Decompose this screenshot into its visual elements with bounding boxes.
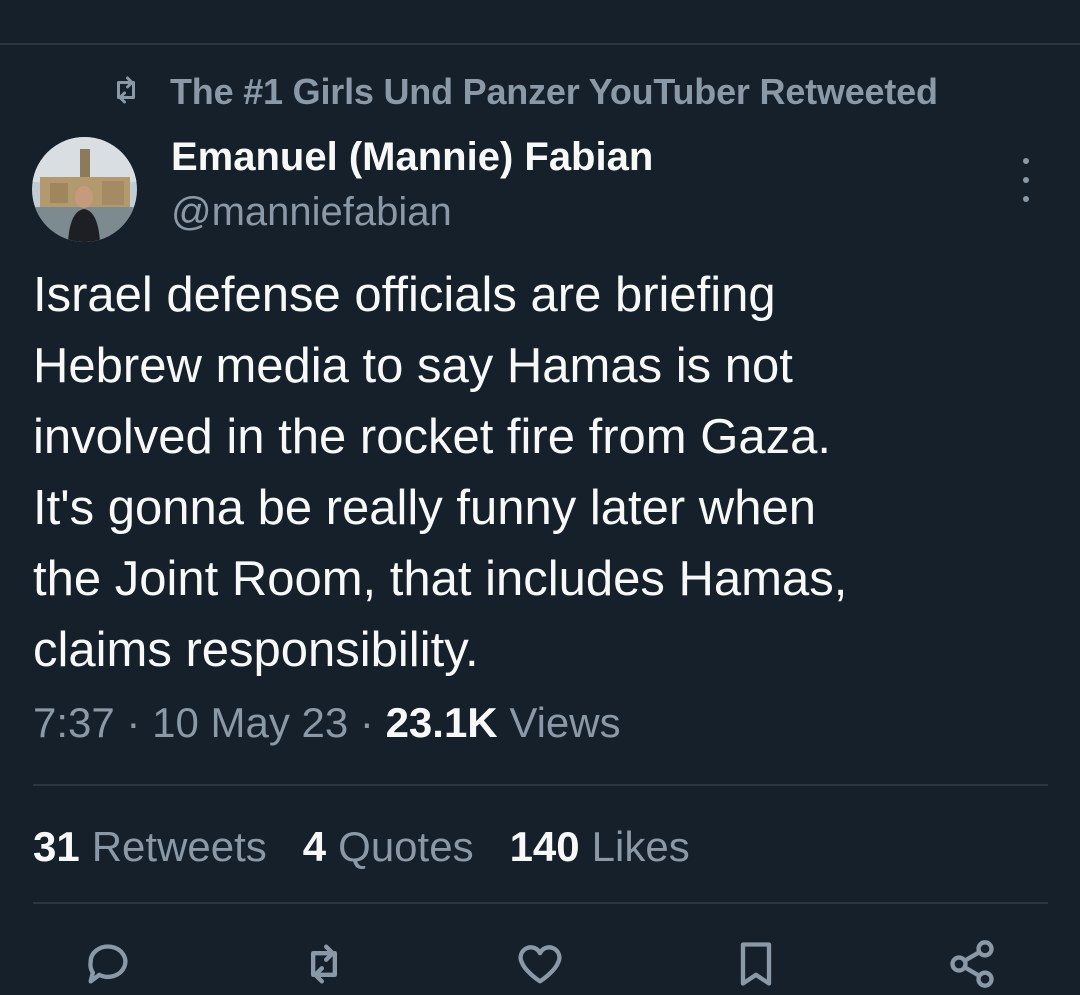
likes-count: 140 [509,823,580,870]
meta-separator: · [126,699,141,746]
retweet-context-text: The #1 Girls Und Panzer YouTuber Retweet… [170,71,938,112]
tweet-text: Israel defense officials are briefing He… [33,268,848,677]
retweets-count: 31 [33,823,80,870]
divider [33,784,1048,786]
tweet-meta: 7:37 · 10 May 23 · 23.1K Views [33,699,621,747]
retweet-icon [311,944,337,984]
reply-button[interactable] [82,938,134,990]
share-icon [950,940,994,988]
bookmark-button[interactable] [730,938,782,990]
retweets-stat[interactable]: 31 Retweets [33,823,267,871]
more-options-button[interactable] [1006,158,1046,202]
likes-stat[interactable]: 140 Likes [510,823,690,871]
engagement-stats: 31 Retweets 4 Quotes 140 Likes [33,823,726,871]
share-button[interactable] [946,938,998,990]
more-vertical-icon [1023,158,1029,164]
author-display-name[interactable]: Emanuel (Mannie) Fabian [171,135,653,180]
bookmark-icon [740,942,772,986]
avatar[interactable] [32,137,137,242]
views-count: 23.1K [385,699,498,746]
retweets-label: Retweets [91,823,267,870]
heart-icon [518,945,562,984]
divider [33,902,1048,904]
quotes-label: Quotes [338,823,474,870]
author-handle[interactable]: @manniefabian [171,190,452,235]
action-bar [0,932,1080,988]
reply-icon [88,944,128,984]
quotes-stat[interactable]: 4 Quotes [303,823,474,871]
tweet-time[interactable]: 7:37 [33,699,115,746]
retweet-icon [108,72,144,113]
views-label: Views [509,699,621,746]
tweet-date[interactable]: 10 May 23 [152,699,348,746]
retweet-context[interactable]: The #1 Girls Und Panzer YouTuber Retweet… [108,70,938,114]
retweet-button[interactable] [298,938,350,990]
top-divider [0,43,1080,45]
meta-separator: · [359,699,374,746]
quotes-count: 4 [302,823,327,870]
like-button[interactable] [514,938,566,990]
likes-label: Likes [591,823,690,870]
